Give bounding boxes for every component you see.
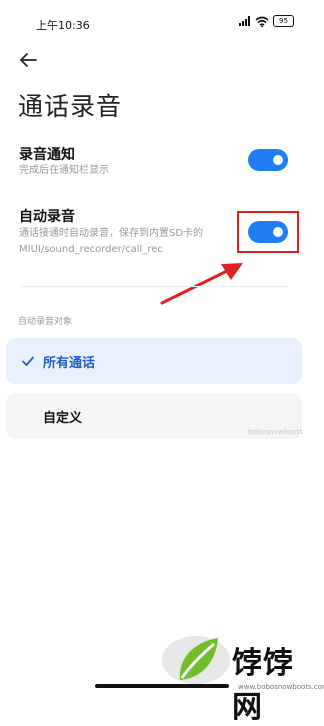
setting-title: 自动录音 (19, 209, 75, 225)
setting-record-notification[interactable]: 录音通知 完成后在通知栏显示 (0, 138, 324, 186)
setting-subtitle-line1: 通话接通时自动录音，保存到内置SD卡的 (19, 228, 204, 239)
record-notification-toggle[interactable] (248, 149, 288, 171)
home-indicator[interactable] (95, 684, 229, 688)
section-label: 自动录音对象 (18, 317, 73, 327)
toggle-knob (273, 155, 283, 165)
arrow-left-icon[interactable] (16, 48, 40, 72)
annotation-arrow-icon (160, 263, 243, 305)
option-label: 所有通话 (43, 355, 96, 371)
site-logo-text: 饽饽网 (232, 646, 294, 725)
wifi-icon (255, 16, 269, 27)
toggle-knob (273, 227, 283, 237)
leaf-logo-icon (162, 636, 230, 684)
option-all-calls[interactable]: 所有通话 (6, 338, 302, 384)
setting-subtitle-line2: MIUI/sound_recorder/call_rec (19, 244, 163, 255)
option-label: 自定义 (43, 410, 83, 426)
status-icons: 95 (239, 14, 294, 28)
watermark-overlay-text: bobosnowboots (248, 428, 303, 436)
status-time: 上午10:36 (36, 19, 90, 32)
site-url: www.bobosnowboots.com (238, 683, 324, 691)
divider (20, 286, 288, 287)
auto-record-toggle[interactable] (248, 221, 288, 243)
battery-icon: 95 (273, 15, 294, 27)
check-icon (22, 356, 34, 366)
signal-icon (239, 16, 251, 26)
setting-title: 录音通知 (19, 147, 75, 163)
page-title: 通话录音 (18, 92, 123, 121)
setting-subtitle: 完成后在通知栏显示 (19, 165, 109, 176)
